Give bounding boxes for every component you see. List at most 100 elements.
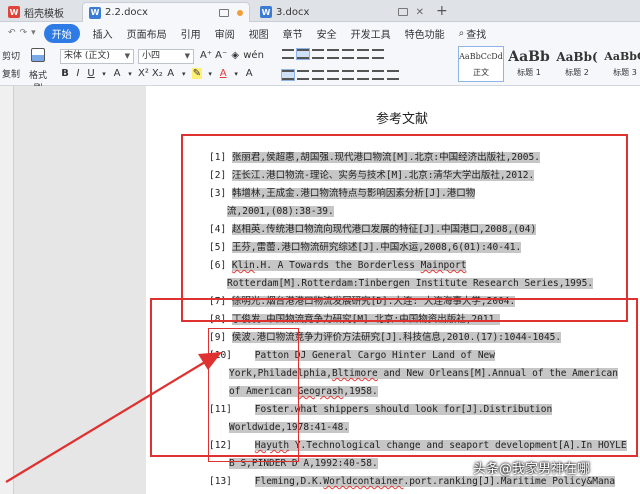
borders-icon[interactable] xyxy=(387,70,399,80)
chevron-down-icon[interactable]: ▾ xyxy=(179,70,189,78)
font-size-select[interactable]: 小四 ▼ xyxy=(138,49,194,64)
menu-special-features[interactable]: 特色功能 xyxy=(398,26,452,41)
reference-line[interactable]: [8] 丁俊发.中国物流竞争力研究[M].北京:中国物资出版社,2011. xyxy=(209,313,501,327)
reference-line[interactable]: [3] 韩增林,王成金.港口物流特点与影响因素分析[J].港口物 xyxy=(209,187,476,201)
add-tab-icon[interactable]: + xyxy=(436,3,448,19)
chevron-down-icon[interactable]: ▾ xyxy=(99,70,109,78)
tab-docer-templates[interactable]: W 稻壳模板 xyxy=(2,2,70,22)
reference-line[interactable]: [12] Hayuth Y.Technological change and s… xyxy=(209,439,627,453)
shrink-font-icon[interactable]: A⁻ xyxy=(215,50,227,61)
reference-line[interactable]: Worldwide,1978:41-48. xyxy=(229,421,350,435)
subscript-icon[interactable]: X₂ xyxy=(152,68,163,79)
reference-number: [4] xyxy=(209,224,232,235)
reference-line[interactable]: [6] Klin.H. A Towards the Borderless Mai… xyxy=(209,259,467,273)
shading-icon[interactable] xyxy=(372,70,384,80)
style-heading-3[interactable]: AaBbC 标题 3 xyxy=(602,46,640,82)
reference-number: [5] xyxy=(209,242,232,253)
chevron-down-icon: ▼ xyxy=(124,52,130,60)
reference-line[interactable]: [5] 王芬,雷蕾.港口物流研究综述[J].中国水运,2008,6(01):40… xyxy=(209,241,522,255)
menu-section[interactable]: 章节 xyxy=(276,26,310,41)
chevron-down-icon[interactable]: ▾ xyxy=(125,70,135,78)
tab-3-docx[interactable]: W 3.docx ✕ xyxy=(254,2,430,22)
italic-icon[interactable]: I xyxy=(73,68,83,79)
indent-icon[interactable] xyxy=(327,49,339,59)
style-normal[interactable]: AaBbCcDd 正文 xyxy=(458,46,504,82)
redo-icon[interactable]: ↷ xyxy=(18,28,30,38)
reference-line[interactable]: [2] 汪长江.港口物流-理论、实务与技术[M].北京:清华大学出版社,2012… xyxy=(209,169,535,183)
chevron-down-icon[interactable]: ▾ xyxy=(231,70,241,78)
show-marks-icon[interactable] xyxy=(372,49,384,59)
menu-developer[interactable]: 开发工具 xyxy=(344,26,398,41)
chevron-down-icon[interactable]: ▾ xyxy=(205,70,215,78)
menu-references[interactable]: 引用 xyxy=(174,26,208,41)
sort-icon[interactable] xyxy=(357,49,369,59)
reference-line[interactable]: B S,PINDER D A,1992:40-58. xyxy=(229,457,378,471)
reference-text: 王芬,雷蕾.港口物流研究综述[J].中国水运,2008,6(01):40-41. xyxy=(231,242,522,253)
clipboard-group: 剪切 复制 xyxy=(2,48,20,84)
spelling-error-mark: Mainport xyxy=(420,260,467,271)
font-effect-icon[interactable]: A xyxy=(112,68,122,79)
search-button[interactable]: ⌕ 查找 xyxy=(452,26,494,41)
references-heading: 参考文献 xyxy=(376,112,429,127)
undo-icon[interactable]: ↶ xyxy=(6,28,18,38)
wps-logo-icon: W xyxy=(8,6,20,18)
font-color-icon[interactable]: A xyxy=(218,68,228,79)
copy-button[interactable]: 复制 xyxy=(2,66,20,84)
menu-review[interactable]: 审阅 xyxy=(208,26,242,41)
reference-line[interactable]: [4] 赵相英.传统港口物流向现代港口发展的特征[J].中国港口,2008,(0… xyxy=(209,223,537,237)
reference-text: Worldwide,1978:41-48. xyxy=(229,422,350,433)
distributed-icon[interactable] xyxy=(342,70,354,80)
style-heading-2[interactable]: AaBb( 标题 2 xyxy=(554,46,600,82)
menu-view[interactable]: 视图 xyxy=(242,26,276,41)
clear-format-icon[interactable]: ◈ xyxy=(230,50,240,61)
style-heading-1[interactable]: AaBb 标题 1 xyxy=(506,46,552,82)
unsaved-dot-icon xyxy=(237,9,243,16)
align-left-icon[interactable] xyxy=(281,69,295,81)
align-center-icon[interactable] xyxy=(297,70,309,80)
cut-button[interactable]: 剪切 xyxy=(2,48,20,66)
highlight-icon[interactable]: ✎ xyxy=(191,68,203,79)
tab-2-2-docx[interactable]: W 2.2.docx xyxy=(82,2,250,22)
reference-line[interactable]: [7] 徐明光.烟台港港口物流发展研究[D].大连: 大连海事大学,2004. xyxy=(209,295,516,309)
reference-line[interactable]: of American Geogrash,1958. xyxy=(229,385,378,399)
superscript-icon[interactable]: X² xyxy=(138,68,149,79)
reference-number: [11] xyxy=(209,404,255,415)
reference-line[interactable]: [10] Patton DJ General Cargo Hinter Land… xyxy=(209,349,495,363)
reference-line[interactable]: [1] 张丽君,侯超惠,胡国强.现代港口物流[M].北京:中国经济出版社,200… xyxy=(209,151,540,165)
reference-line[interactable]: York,Philadelphia,Bltimore and New Orlea… xyxy=(229,367,618,381)
outdent-icon[interactable] xyxy=(312,49,324,59)
monitor-icon[interactable] xyxy=(397,8,408,16)
reference-text: 侯波.港口物流竞争力评价方法研究[J].科技信息,2010.(17):1044-… xyxy=(231,332,562,343)
tab-label: 稻壳模板 xyxy=(24,8,64,20)
reference-line[interactable]: [11] Foster.what shippers should look fo… xyxy=(209,403,553,417)
reference-line[interactable]: 流,2001,(08):38-39. xyxy=(227,205,334,219)
reference-line[interactable]: Rotterdam[M].Rotterdam:Tinbergen Institu… xyxy=(227,277,594,291)
menu-security[interactable]: 安全 xyxy=(310,26,344,41)
line-spacing-icon[interactable] xyxy=(357,70,369,80)
justify-icon[interactable] xyxy=(327,70,339,80)
close-icon[interactable]: ✕ xyxy=(416,7,424,18)
font-size-tools: A⁺ A⁻ ◈ wén xyxy=(200,50,264,61)
reference-line[interactable]: [9] 侯波.港口物流竞争力评价方法研究[J].科技信息,2010.(17):1… xyxy=(209,331,562,345)
chinese-layout-icon[interactable] xyxy=(342,49,354,59)
font-name-select[interactable]: 宋体 (正文) ▼ xyxy=(60,49,134,64)
char-shading-icon[interactable]: A xyxy=(244,68,254,79)
grow-font-icon[interactable]: A⁺ xyxy=(200,50,212,61)
dropdown-icon[interactable]: ▾ xyxy=(29,28,38,38)
watermark: 头条@我家男神在哪 xyxy=(473,462,591,477)
menu-page-layout[interactable]: 页面布局 xyxy=(120,26,174,41)
menu-home[interactable]: 开始 xyxy=(43,23,80,43)
reference-text: Foster.what shippers should look for[J].… xyxy=(254,404,553,415)
reference-line[interactable]: [13] Fleming,D.K.Worldcontainer.port.ran… xyxy=(209,475,616,489)
underline-icon[interactable]: U xyxy=(86,68,96,79)
align-right-icon[interactable] xyxy=(312,70,324,80)
numbered-list-icon[interactable] xyxy=(296,48,310,60)
reference-text: 丁俊发.中国物流竞争力研究[M].北京:中国物资出版社,2011. xyxy=(231,314,501,325)
monitor-icon[interactable] xyxy=(219,8,229,17)
bold-icon[interactable]: B xyxy=(60,68,70,79)
bullet-list-icon[interactable] xyxy=(282,49,294,59)
font-format-tools: B I U ▾ A ▾ X² X₂ A ▾ ✎ ▾ A ▾ A xyxy=(60,68,254,79)
text-border-icon[interactable]: A xyxy=(166,68,176,79)
menu-insert[interactable]: 插入 xyxy=(86,26,120,41)
phonetic-guide-icon[interactable]: wén xyxy=(243,50,264,61)
